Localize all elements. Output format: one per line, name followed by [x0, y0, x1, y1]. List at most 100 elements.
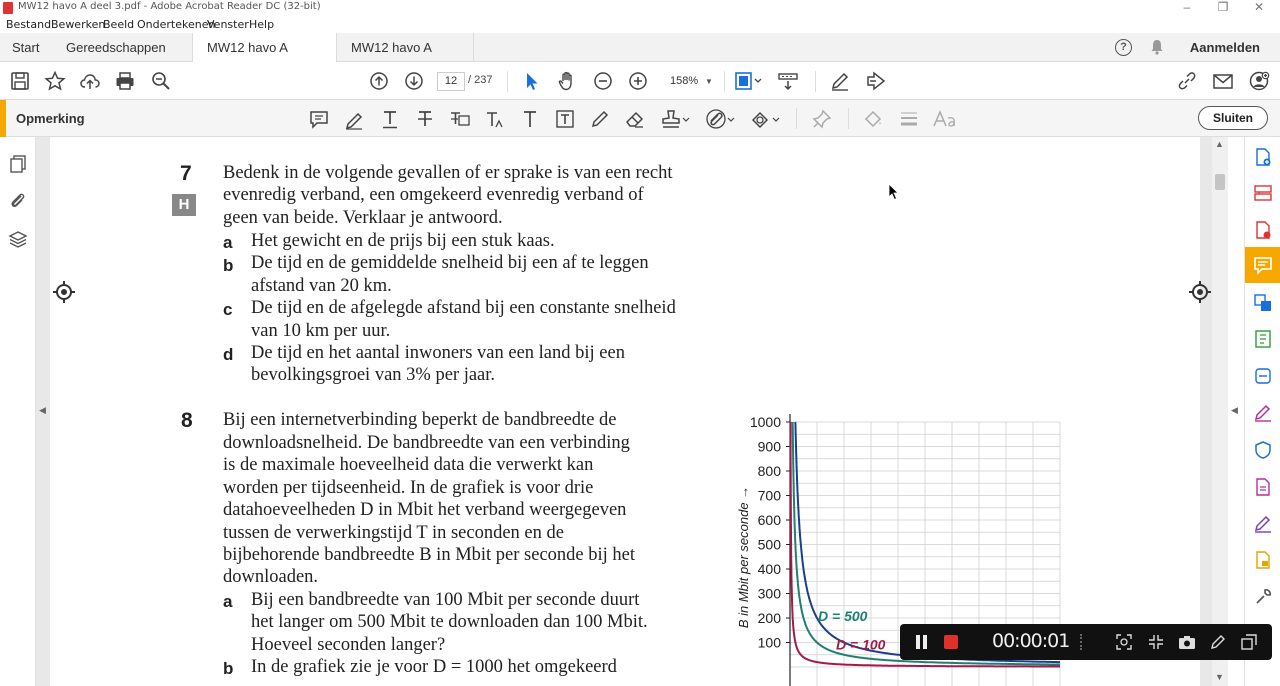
add-text-icon[interactable]: [519, 108, 541, 130]
more-tools-icon[interactable]: [1253, 587, 1273, 607]
underline-text-icon[interactable]: [379, 108, 401, 130]
pause-icon[interactable]: [916, 635, 920, 649]
save-icon[interactable]: [9, 70, 31, 92]
zoom-in-icon[interactable]: [627, 70, 649, 92]
pin-icon[interactable]: [811, 108, 833, 130]
line-weight-icon[interactable]: [898, 108, 920, 130]
expand-right-pane-icon[interactable]: ◀: [1231, 405, 1238, 416]
annotate-pen-icon[interactable]: [1210, 634, 1226, 655]
camera-icon[interactable]: [1178, 634, 1196, 655]
attach-file-icon[interactable]: [705, 108, 737, 130]
question-text-line: worden per tijdseenheid. In de grafiek i…: [223, 478, 594, 498]
highlighter-icon[interactable]: [343, 108, 365, 130]
minimize-icon[interactable]: –: [1177, 0, 1197, 14]
tab-document-2[interactable]: MW12 havo A deel...: [336, 33, 474, 84]
restore-icon[interactable]: ❐: [1213, 0, 1233, 14]
subquestion-text: In de grafiek zie je voor D = 1000 het o…: [251, 657, 617, 677]
document-view[interactable]: 7 H Bedenk in de volgende gevallen of er…: [36, 137, 1212, 686]
subquestion-label: b: [223, 256, 234, 275]
print-icon[interactable]: [114, 70, 136, 92]
minimize-recorder-icon[interactable]: [1241, 634, 1257, 655]
edit-pdf-icon[interactable]: [1253, 329, 1273, 349]
sticky-note-icon[interactable]: [308, 108, 330, 130]
tab-tools[interactable]: Gereedschappen: [66, 33, 166, 62]
fit-page-icon[interactable]: [734, 70, 764, 92]
scroll-mode-icon[interactable]: [777, 70, 799, 92]
zoom-level-select[interactable]: 158% ▼: [660, 72, 718, 91]
attachments-icon[interactable]: [8, 191, 28, 211]
search-zoom-icon[interactable]: [150, 70, 172, 92]
font-size-icon[interactable]: [932, 108, 958, 130]
sign-in-link[interactable]: Aanmelden: [1190, 40, 1260, 55]
tab-start[interactable]: Start: [12, 33, 39, 62]
replace-text-icon[interactable]: [449, 108, 471, 130]
comment-tool-icon[interactable]: [1245, 247, 1280, 283]
page-total: / 237: [468, 74, 493, 86]
eraser-icon[interactable]: [624, 108, 646, 130]
shapes-icon[interactable]: [750, 108, 782, 130]
divider: [848, 108, 849, 129]
page-number-input[interactable]: 12: [437, 72, 465, 91]
stamp-tool-icon[interactable]: [1253, 550, 1273, 570]
menu-venster[interactable]: Venster: [207, 18, 249, 31]
star-icon[interactable]: [44, 70, 66, 92]
help-icon[interactable]: ?: [1115, 39, 1132, 56]
select-arrow-icon[interactable]: [521, 70, 543, 92]
stamp-icon[interactable]: [660, 108, 692, 130]
divider: [724, 71, 725, 92]
strikethrough-icon[interactable]: [414, 108, 436, 130]
insert-text-icon[interactable]: [484, 108, 506, 130]
right-tools-pane: [1244, 137, 1280, 686]
vertical-scrollbar[interactable]: ▲ ▼: [1212, 137, 1228, 686]
tab-bar: Start Gereedschappen MW12 havo A deel...…: [0, 33, 1280, 84]
subquestion-text: Hoeveel seconden langer?: [251, 635, 446, 655]
scrollbar-thumb[interactable]: [1215, 174, 1225, 190]
shrink-icon[interactable]: [1148, 634, 1164, 655]
fill-sign-icon[interactable]: [1253, 403, 1273, 423]
stop-record-icon[interactable]: [944, 635, 958, 649]
redact-icon[interactable]: [865, 70, 887, 92]
menu-beeld[interactable]: Beeld: [103, 18, 134, 31]
hand-tool-icon[interactable]: [556, 70, 578, 92]
pencil-draw-icon[interactable]: [589, 108, 611, 130]
subquestion-text: bevolkingsgroei van 3% per jaar.: [251, 365, 496, 385]
add-user-icon[interactable]: [1248, 70, 1270, 92]
combine-files-icon[interactable]: [1253, 293, 1273, 313]
previous-page-icon[interactable]: [368, 70, 390, 92]
close-comment-toolbar-button[interactable]: Sluiten: [1198, 106, 1268, 130]
menu-bewerken[interactable]: Bewerken: [51, 18, 105, 31]
sign-pen-icon[interactable]: [829, 70, 851, 92]
scan-ocr-icon[interactable]: [1253, 366, 1273, 386]
page-thumbnails-icon[interactable]: [8, 154, 28, 174]
close-window-icon[interactable]: ✕: [1249, 0, 1269, 14]
share-link-icon[interactable]: [1176, 70, 1198, 92]
pdf-page: 7 H Bedenk in de volgende gevallen of er…: [50, 137, 1200, 686]
title-bar: MW12 havo A deel 3.pdf - Adobe Acrobat R…: [0, 0, 1280, 16]
chevron-down-icon: ▼: [705, 77, 713, 86]
layers-icon[interactable]: [8, 229, 28, 249]
mail-icon[interactable]: [1212, 70, 1234, 92]
bell-icon[interactable]: [1148, 38, 1166, 61]
menu-help[interactable]: Help: [249, 18, 274, 31]
export-pdf-icon[interactable]: [1253, 220, 1273, 240]
menu-ondertekenen[interactable]: Ondertekenen: [137, 18, 215, 31]
next-page-icon[interactable]: [403, 70, 425, 92]
menu-bestand[interactable]: Bestand: [6, 18, 51, 31]
prepare-form-icon[interactable]: [1253, 477, 1273, 497]
fill-color-icon[interactable]: [862, 108, 884, 130]
scroll-up-icon[interactable]: ▲: [1215, 139, 1224, 149]
collapse-left-arrow-icon[interactable]: ◀: [39, 405, 46, 416]
screenshot-region-icon[interactable]: [1116, 634, 1132, 655]
request-signature-icon[interactable]: [1253, 514, 1273, 534]
upload-cloud-icon[interactable]: [79, 70, 101, 92]
scroll-down-icon[interactable]: ▼: [1215, 672, 1224, 682]
tab-document-1[interactable]: MW12 havo A deel...×: [192, 33, 336, 84]
drag-handle[interactable]: [1080, 634, 1086, 650]
subquestion-label: a: [223, 233, 233, 252]
text-box-icon[interactable]: [554, 108, 576, 130]
organize-pages-icon[interactable]: [1253, 183, 1273, 203]
subquestion-label: a: [223, 592, 233, 611]
protect-shield-icon[interactable]: [1253, 440, 1273, 460]
zoom-out-icon[interactable]: [592, 70, 614, 92]
create-pdf-icon[interactable]: [1253, 147, 1273, 167]
